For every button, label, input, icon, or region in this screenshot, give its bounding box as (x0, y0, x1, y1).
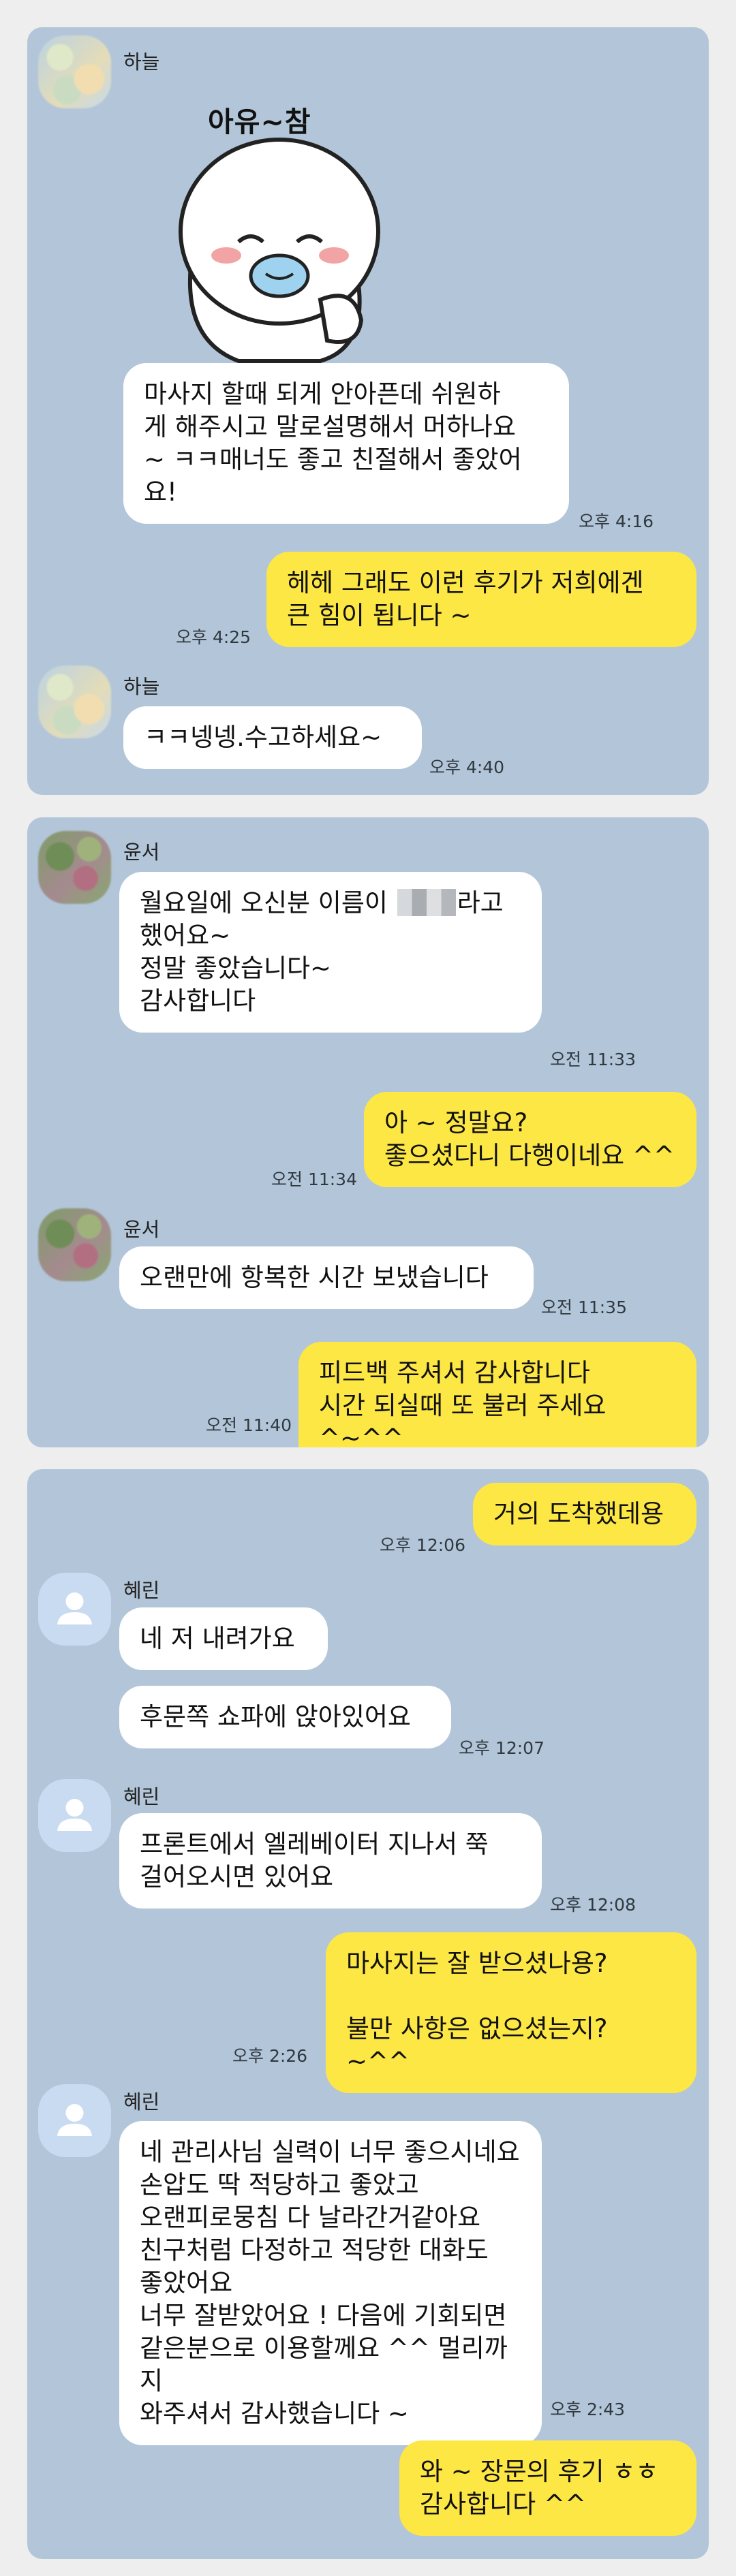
chat-screenshot-2: 윤서 월요일에 오신분 이름이 라고 했어요~ 정말 좋았습니다~ 감사합니다 … (27, 817, 709, 1447)
message-text: 월요일에 오신분 이름이 (140, 888, 396, 917)
sender-name: 하늘 (123, 50, 160, 74)
message-bubble-outgoing[interactable]: 거의 도착했데용 (473, 1483, 696, 1545)
profile-avatar[interactable] (38, 2084, 111, 2157)
sender-name: 혜린 (123, 1579, 160, 1602)
message-bubble-outgoing[interactable]: 피드백 주셔서 감사합니다 시간 되실때 또 불러 주세요 ^~^^ (298, 1342, 696, 1447)
profile-avatar[interactable] (38, 1573, 111, 1646)
message-bubble-incoming[interactable]: 네 관리사님 실력이 너무 좋으시네요 손압도 딱 적당하고 좋았고 오랜피로뭉… (119, 2121, 542, 2445)
message-bubble-incoming[interactable]: 후문쪽 쇼파에 앉아있어요 (119, 1686, 451, 1748)
default-profile-icon (57, 1799, 92, 1831)
message-bubble-outgoing[interactable]: 와 ~ 장문의 후기 ㅎㅎ 감사합니다 ^^ (399, 2440, 696, 2536)
message-text: 했어요~ 정말 좋았습니다~ 감사합니다 (140, 921, 332, 1016)
profile-avatar[interactable] (38, 35, 111, 108)
message-time: 오후 4:40 (429, 757, 505, 777)
message-time: 오전 11:34 (271, 1169, 357, 1189)
profile-avatar[interactable] (38, 1779, 111, 1852)
message-time: 오전 11:35 (541, 1298, 627, 1317)
message-time: 오전 11:33 (550, 1050, 636, 1069)
chat-screenshot-3: 거의 도착했데용 오후 12:06 혜린 네 저 내려가요 후문쪽 쇼파에 앉아… (27, 1469, 709, 2559)
profile-avatar[interactable] (38, 665, 111, 738)
message-time: 오후 2:26 (232, 2046, 308, 2066)
sender-name: 혜린 (123, 2090, 160, 2114)
message-time: 오후 12:07 (459, 1738, 545, 1758)
profile-avatar[interactable] (38, 831, 111, 904)
message-time: 오후 12:08 (550, 1895, 636, 1915)
message-bubble-incoming[interactable]: 월요일에 오신분 이름이 라고 했어요~ 정말 좋았습니다~ 감사합니다 (119, 872, 542, 1033)
message-bubble-incoming[interactable]: 마사지 할때 되게 안아픈데 쉬원하 게 해주시고 말로설명해서 머하나요 ~ … (123, 363, 569, 524)
chat-screenshot-1: 하늘 아유~참 마사지 할때 되게 안아픈데 쉬원하 게 해주시고 말로설명해서… (27, 27, 709, 795)
message-bubble-incoming[interactable]: 프론트에서 엘레베이터 지나서 쭉 걸어오시면 있어요 (119, 1813, 542, 1909)
sender-name: 윤서 (123, 841, 160, 864)
message-time: 오후 4:25 (176, 627, 251, 647)
default-profile-icon (57, 1592, 92, 1624)
message-time: 오전 11:40 (206, 1415, 292, 1435)
sender-name: 혜린 (123, 1785, 160, 1808)
profile-avatar[interactable] (38, 1208, 111, 1281)
sender-name: 윤서 (123, 1218, 160, 1241)
censored-name (397, 889, 456, 916)
message-bubble-outgoing[interactable]: 아 ~ 정말요? 좋으셨다니 다행이네요 ^^ (364, 1092, 696, 1187)
default-profile-icon (57, 2104, 92, 2136)
sender-name: 하늘 (123, 675, 160, 698)
sticker-character[interactable] (164, 95, 395, 368)
message-text: 라고 (457, 888, 504, 917)
message-bubble-incoming[interactable]: ㅋㅋ넹넹.수고하세요~ (123, 706, 422, 769)
message-time: 오후 2:43 (550, 2400, 626, 2419)
message-time: 오후 4:16 (579, 512, 654, 531)
message-bubble-incoming[interactable]: 네 저 내려가요 (119, 1607, 328, 1670)
message-time: 오후 12:06 (380, 1535, 465, 1555)
message-bubble-outgoing[interactable]: 헤헤 그래도 이런 후기가 저희에겐 큰 힘이 됩니다 ~ (266, 552, 696, 647)
message-bubble-incoming[interactable]: 오랜만에 항복한 시간 보냈습니다 (119, 1246, 534, 1309)
message-bubble-outgoing[interactable]: 마사지는 잘 받으셨나용? 불만 사항은 없으셨는지? ~^^ (326, 1932, 696, 2093)
